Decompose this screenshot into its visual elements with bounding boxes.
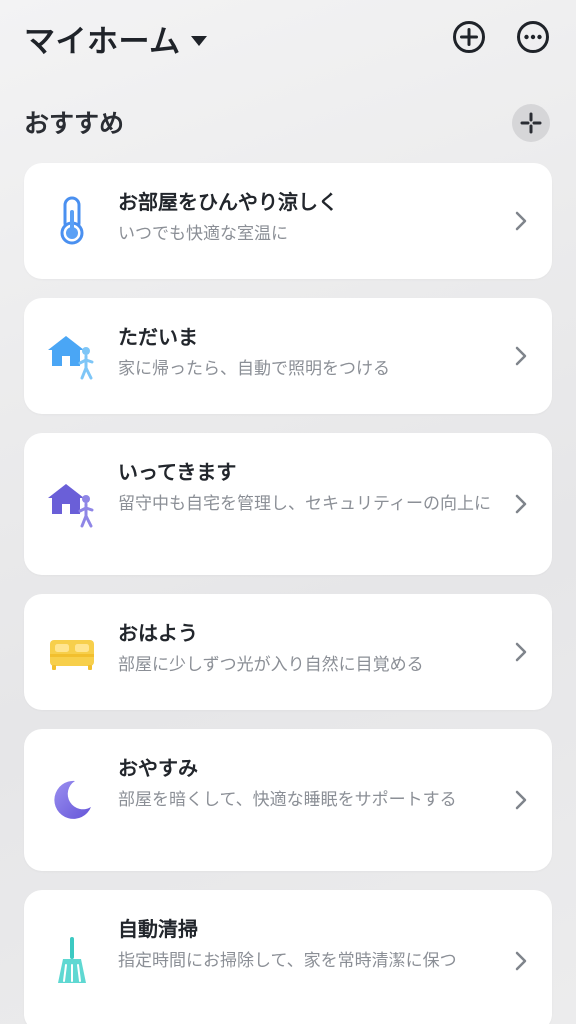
scene-card-good-morning[interactable]: おはよう 部屋に少しずつ光が入り自然に目覚める [24,594,552,710]
scene-card-arrive-home[interactable]: ただいま 家に帰ったら、自動で照明をつける [24,298,552,414]
thermometer-icon [44,193,100,249]
chevron-right-icon [515,346,527,366]
scene-card-good-night[interactable]: おやすみ 部屋を暗くして、快適な睡眠をサポートする [24,729,552,871]
scene-card-leave-home[interactable]: いってきます 留守中も自宅を管理し、セキュリティーの向上に [24,433,552,575]
chevron-right-icon [515,642,527,662]
card-subtitle: 指定時間にお掃除して、家を常時清潔に保つ [118,951,457,971]
caret-down-icon [190,35,207,46]
bed-icon [44,624,100,680]
card-subtitle: 部屋を暗くして、快適な睡眠をサポートする [118,790,457,810]
card-title: 自動清掃 [118,917,198,941]
card-subtitle: 家に帰ったら、自動で照明をつける [118,359,390,379]
broom-icon [44,933,100,989]
scene-card-auto-clean[interactable]: 自動清掃 指定時間にお掃除して、家を常時清潔に保つ [24,890,552,1024]
home-title: マイホーム [24,24,181,60]
home-leave-icon [44,476,100,532]
header: マイホーム [0,0,576,80]
chevron-right-icon [515,790,527,810]
card-subtitle: 部屋に少しずつ光が入り自然に目覚める [118,655,424,675]
section-title: おすすめ [24,109,125,138]
more-button[interactable] [516,20,550,54]
sparkle-icon [520,112,542,134]
card-title: おやすみ [118,756,198,780]
card-subtitle: 留守中も自宅を管理し、セキュリティーの向上に [118,494,491,514]
add-button[interactable] [452,20,486,54]
home-selector[interactable]: マイホーム [24,16,207,61]
card-subtitle: いつでも快適な室温に [118,224,288,244]
card-title: ただいま [118,325,198,349]
plus-circle-icon [453,21,485,53]
more-circle-icon [517,21,549,53]
moon-icon [44,772,100,828]
card-title: おはよう [118,621,198,645]
home-arrive-icon [44,328,100,384]
scene-card-cool-room[interactable]: お部屋をひんやり涼しく いつでも快適な室温に [24,163,552,279]
chevron-right-icon [515,211,527,231]
chevron-right-icon [515,951,527,971]
ai-suggest-button[interactable] [512,104,550,142]
card-title: いってきます [118,460,237,484]
chevron-right-icon [515,494,527,514]
card-title: お部屋をひんやり涼しく [118,190,338,214]
